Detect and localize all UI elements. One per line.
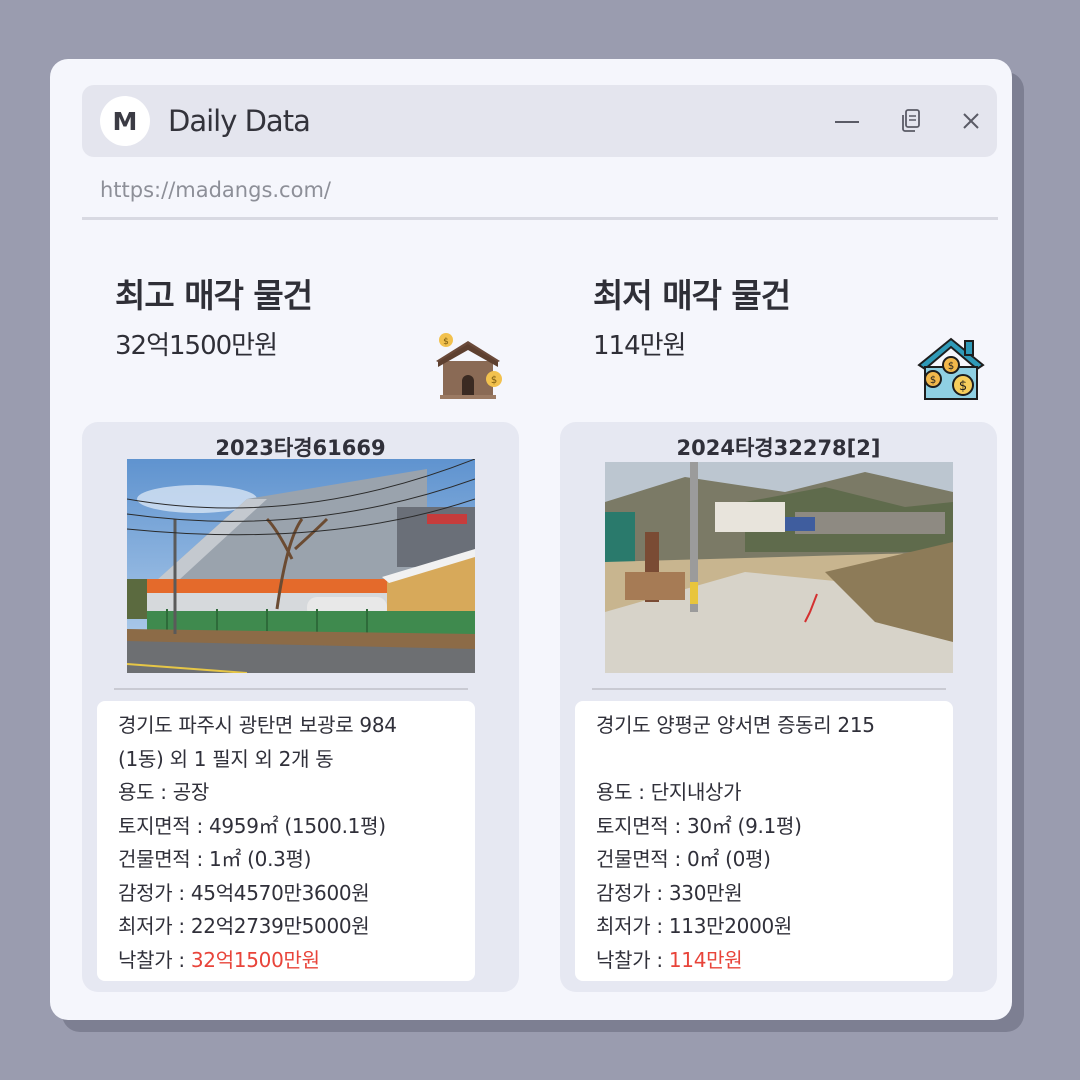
copy-icon bbox=[902, 109, 920, 132]
land-area: 토지면적 : 30㎡ (9.1평) bbox=[596, 813, 802, 838]
svg-text:$: $ bbox=[491, 375, 497, 386]
highest-case-number[interactable]: 2023타경61669 bbox=[82, 432, 519, 462]
building-area: 건물면적 : 0㎡ (0평) bbox=[596, 847, 771, 871]
address-line-2: (1동) 외 1 필지 외 2개 동 bbox=[118, 746, 334, 771]
address-bar[interactable]: https://madangs.com/ bbox=[100, 178, 331, 202]
lowest-card: 2024타경32278[2] 경기도 양평군 양서면 증동리 215 용도: … bbox=[560, 422, 997, 992]
card-divider bbox=[114, 688, 468, 690]
close-icon bbox=[963, 113, 979, 129]
svg-text:$: $ bbox=[930, 375, 936, 386]
winning-bid-value: 32억1500만원 bbox=[190, 947, 320, 972]
lowest-heading: 최저 매각 물건 bbox=[593, 276, 791, 315]
address-line-2 bbox=[596, 743, 953, 777]
app-window: M Daily Data https://madangs.com/ 최고 매각 bbox=[50, 59, 1012, 1020]
highest-property-photo[interactable] bbox=[127, 459, 475, 673]
winning-bid: 낙찰가 : 114만원 bbox=[596, 944, 953, 978]
usage: 용도 : 단지내상가 bbox=[596, 780, 742, 804]
title-bar: M Daily Data bbox=[82, 85, 997, 157]
svg-text:$: $ bbox=[959, 379, 967, 394]
app-avatar[interactable]: M bbox=[100, 96, 150, 146]
winning-bid: 낙찰가 : 32억1500만원 bbox=[118, 944, 475, 978]
house-coins-icon: $ $ $ bbox=[917, 337, 985, 400]
appraised-price: 감정가 : 330만원 bbox=[596, 880, 743, 905]
winning-bid-label: 낙찰가 : bbox=[596, 947, 669, 972]
app-title: Daily Data bbox=[168, 104, 311, 138]
highest-amount: 32억1500만원 bbox=[115, 331, 278, 361]
highest-card: 2023타경61669 경기도 파주시 광탄면 보광로 984 (1동) 외 1… bbox=[82, 422, 519, 992]
building-area: 건물면적 : 1㎡ (0.3평) bbox=[118, 847, 312, 871]
header-divider bbox=[82, 217, 998, 220]
address-line-1: 경기도 파주시 광탄면 보광로 984 bbox=[118, 713, 397, 737]
appraised-price: 감정가 : 45억4570만3600원 bbox=[118, 880, 370, 905]
copy-button[interactable] bbox=[893, 103, 929, 139]
winning-bid-label: 낙찰가 : bbox=[118, 947, 191, 972]
winning-bid-value: 114만원 bbox=[668, 947, 743, 972]
address-line-1: 경기도 양평군 양서면 증동리 215 bbox=[596, 713, 875, 737]
highest-details: 경기도 파주시 광탄면 보광로 984 (1동) 외 1 필지 외 2개 동 용… bbox=[97, 701, 475, 981]
lowest-amount: 114만원 bbox=[593, 331, 686, 361]
lowest-property-photo[interactable] bbox=[605, 462, 953, 673]
minimize-button[interactable] bbox=[829, 103, 865, 139]
card-divider bbox=[592, 688, 946, 690]
close-button[interactable] bbox=[953, 103, 989, 139]
lowest-details: 경기도 양평군 양서면 증동리 215 용도 : 단지내상가 토지면적 : 30… bbox=[575, 701, 953, 981]
highest-heading: 최고 매각 물건 bbox=[115, 276, 313, 315]
minimize-icon bbox=[835, 121, 859, 123]
minimum-price: 최저가 : 22억2739만5000원 bbox=[118, 914, 370, 938]
svg-text:$: $ bbox=[443, 337, 449, 347]
land-area: 토지면적 : 4959㎡ (1500.1평) bbox=[118, 813, 386, 838]
lowest-case-number[interactable]: 2024타경32278[2] bbox=[560, 432, 997, 462]
house-money-icon: $ $ bbox=[436, 333, 502, 399]
usage: 용도 : 공장 bbox=[118, 780, 209, 804]
svg-text:$: $ bbox=[948, 361, 954, 372]
minimum-price: 최저가 : 113만2000원 bbox=[596, 914, 793, 938]
